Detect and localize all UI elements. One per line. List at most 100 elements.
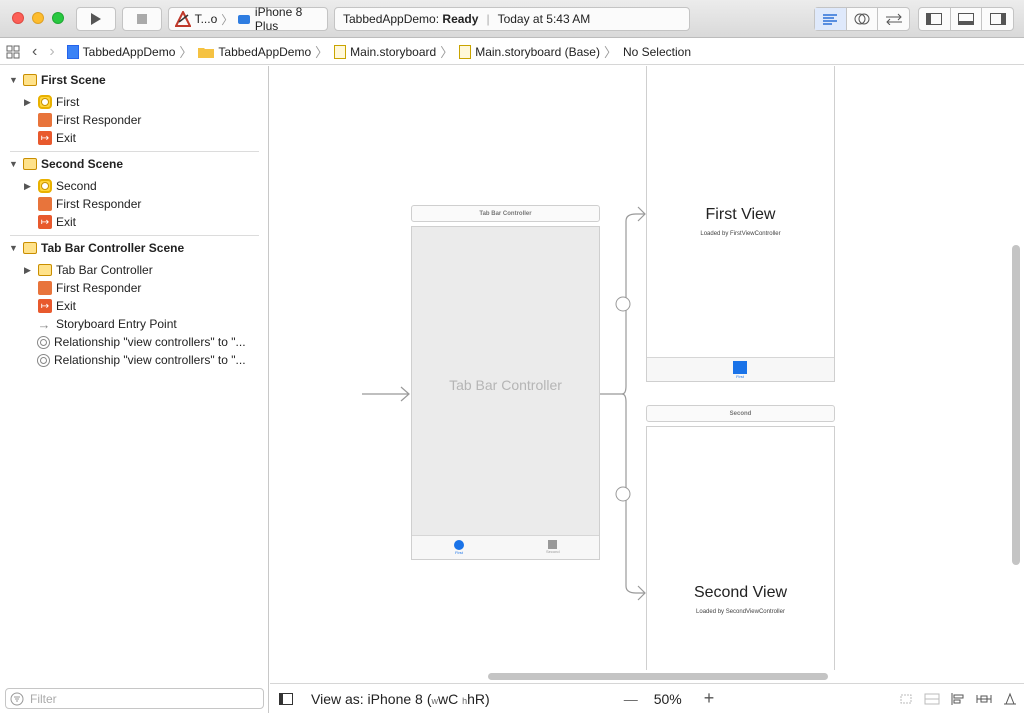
second-view-subtitle: Loaded by SecondViewController: [696, 609, 785, 615]
first-responder-icon: [38, 197, 52, 211]
outline-scene-second[interactable]: ▼ Second Scene: [0, 155, 123, 173]
update-frames-icon[interactable]: [898, 692, 914, 706]
add-constraints-icon[interactable]: [976, 692, 992, 706]
navigator-toggle-button[interactable]: [919, 8, 951, 30]
storyboard-file-icon: [459, 44, 472, 59]
outline-item-exit[interactable]: ↦ Exit: [38, 297, 76, 315]
jumpbar-item-storyboard-base[interactable]: Main.storyboard (Base): [459, 44, 600, 59]
editor-mode-group: [814, 7, 910, 31]
scene-label-second[interactable]: Second: [646, 405, 835, 422]
canvas-vertical-scrollbar[interactable]: [1012, 245, 1020, 565]
toggle-outline-icon[interactable]: [279, 692, 293, 705]
minimize-window-button[interactable]: [32, 12, 44, 24]
jumpbar-item-selection[interactable]: No Selection: [623, 45, 691, 59]
outline-item-second-vc[interactable]: ▶ Second: [24, 177, 97, 195]
resolve-issues-icon[interactable]: [1002, 692, 1018, 706]
jumpbar-item-storyboard[interactable]: Main.storyboard: [334, 44, 436, 59]
divider: [10, 151, 259, 152]
scene-label-tab-bar-controller[interactable]: Tab Bar Controller: [411, 205, 600, 222]
filter-icon: [10, 692, 24, 705]
storyboard-canvas[interactable]: Tab Bar Controller Tab Bar Controller Fi…: [270, 66, 1024, 670]
scene-icon: [23, 242, 37, 254]
first-view-device[interactable]: First View Loaded by FirstViewController…: [646, 66, 835, 382]
size-class-width: wC: [438, 690, 459, 707]
first-view-tab-item[interactable]: First: [733, 361, 747, 379]
zoom-window-button[interactable]: [52, 12, 64, 24]
outline-item-exit[interactable]: ↦ Exit: [38, 129, 76, 147]
zoom-level[interactable]: 50%: [654, 691, 682, 707]
relationship-segue-icon: [37, 335, 50, 349]
assistant-editor-button[interactable]: [847, 8, 879, 30]
tab-square-icon: [733, 361, 747, 374]
disclosure-triangle-closed-icon[interactable]: ▶: [24, 97, 34, 108]
view-controller-icon: [38, 95, 52, 109]
tab-item-second[interactable]: Second: [546, 540, 560, 554]
assistant-editor-icon: [854, 13, 870, 25]
tab-bar-controller-device[interactable]: Tab Bar Controller First Second: [411, 226, 600, 560]
disclosure-triangle-open-icon[interactable]: ▼: [9, 159, 19, 169]
zoom-in-button[interactable]: +: [704, 688, 715, 709]
scheme-name: T...o: [194, 12, 218, 26]
relationship-segue-icon: [37, 353, 50, 367]
jumpbar-item-folder[interactable]: TabbedAppDemo: [198, 45, 311, 59]
zoom-out-button[interactable]: —: [624, 691, 638, 707]
folder-icon: [198, 47, 215, 58]
arrow-right-icon: →: [37, 316, 51, 332]
debug-area-toggle-button[interactable]: [951, 8, 983, 30]
view-as-label[interactable]: View as: iPhone 8: [311, 691, 423, 707]
status-time: Today at 5:43 AM: [497, 12, 591, 26]
align-icon[interactable]: [950, 692, 966, 706]
outline-filter-field[interactable]: Filter: [5, 688, 264, 709]
outline-item-tab-bar-controller[interactable]: ▶ Tab Bar Controller: [24, 261, 153, 279]
outline-item-relationship[interactable]: Relationship "view controllers" to "...: [37, 333, 246, 351]
tab-bar-controller-icon: [38, 264, 52, 276]
scene-icon: [23, 74, 37, 86]
outline-item-first-responder[interactable]: First Responder: [38, 279, 141, 297]
storyboard-file-icon: [334, 44, 347, 59]
scheme-selector[interactable]: T...o 〉 iPhone 8 Plus: [168, 5, 328, 33]
chevron-right-icon: 〉: [221, 12, 234, 27]
first-view-tab-bar: First: [647, 357, 834, 381]
canvas-tools: [898, 692, 1018, 706]
canvas-horizontal-scrollbar[interactable]: [488, 673, 828, 680]
outline-scene-first[interactable]: ▼ First Scene: [0, 71, 106, 89]
first-view-subtitle: Loaded by FirstViewController: [700, 231, 781, 237]
outline-item-entry-point[interactable]: → Storyboard Entry Point: [36, 315, 177, 333]
stop-icon: [137, 14, 147, 24]
outline-item-exit[interactable]: ↦ Exit: [38, 213, 76, 231]
disclosure-triangle-closed-icon[interactable]: ▶: [24, 181, 34, 192]
disclosure-triangle-closed-icon[interactable]: ▶: [24, 265, 34, 276]
outline-item-relationship[interactable]: Relationship "view controllers" to "...: [37, 351, 246, 369]
standard-editor-icon: [823, 14, 838, 25]
tab-bar: First Second: [412, 535, 599, 559]
forward-chevron-icon[interactable]: ›: [49, 43, 54, 61]
tab-square-icon: [548, 540, 558, 549]
disclosure-triangle-open-icon[interactable]: ▼: [9, 243, 19, 253]
standard-editor-button[interactable]: [815, 8, 847, 30]
back-chevron-icon[interactable]: ‹: [32, 43, 37, 61]
second-view-device[interactable]: Second View Loaded by SecondViewControll…: [646, 426, 835, 670]
canvas-bottom-bar: View as: iPhone 8 (wwC hhR) — 50% +: [270, 683, 1024, 713]
exit-icon: ↦: [38, 215, 52, 229]
exit-icon: ↦: [38, 131, 52, 145]
related-items-grid-icon[interactable]: [6, 45, 20, 59]
close-window-button[interactable]: [12, 12, 24, 24]
first-responder-icon: [38, 113, 52, 127]
outline-item-first-responder[interactable]: First Responder: [38, 111, 141, 129]
play-icon: [91, 13, 101, 25]
divider: [10, 235, 259, 236]
embed-in-stack-icon[interactable]: [924, 692, 940, 706]
jump-bar: ‹ › TabbedAppDemo 〉 TabbedAppDemo 〉 Main…: [0, 39, 1024, 65]
tab-item-first[interactable]: First: [454, 540, 464, 555]
outline-scene-tab-bar-controller[interactable]: ▼ Tab Bar Controller Scene: [0, 239, 184, 257]
jumpbar-item-project[interactable]: TabbedAppDemo: [66, 44, 175, 59]
stop-button[interactable]: [122, 7, 162, 31]
run-button[interactable]: [76, 7, 116, 31]
outline-item-first-vc[interactable]: ▶ First: [24, 93, 79, 111]
outline-item-first-responder[interactable]: First Responder: [38, 195, 141, 213]
document-outline: ▼ First Scene ▶ First First Responder ↦ …: [0, 66, 269, 713]
version-editor-button[interactable]: [878, 8, 909, 30]
utilities-toggle-button[interactable]: [982, 8, 1013, 30]
disclosure-triangle-open-icon[interactable]: ▼: [9, 75, 19, 85]
device-icon: [238, 15, 251, 24]
